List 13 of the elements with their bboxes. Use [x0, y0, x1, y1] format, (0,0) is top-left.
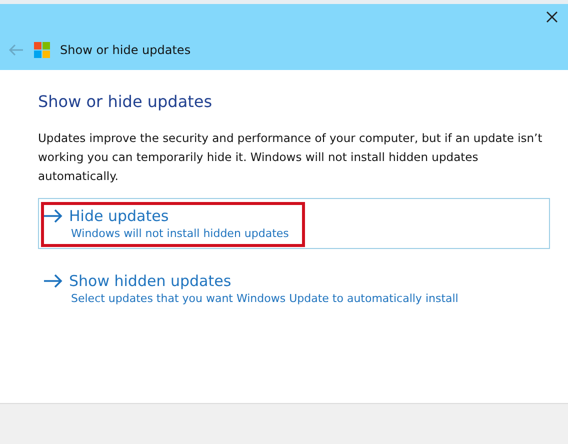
close-icon[interactable]: [544, 9, 560, 25]
option-title: Hide updates: [69, 207, 169, 225]
arrow-icon: [43, 274, 63, 288]
option-subtitle: Select updates that you want Windows Update to automatically install: [71, 292, 460, 305]
option-link[interactable]: Hide updates Windows will not install hidden updates: [38, 198, 550, 249]
windows-logo-icon: [34, 42, 50, 58]
arrow-icon: [43, 209, 63, 223]
description-text: Updates improve the security and performance of your computer, but if an update isn’t working you can temporarily hide it. Windows will not install hidden updates automatically.: [38, 130, 544, 185]
option-title: Show hidden updates: [69, 272, 232, 290]
option-subtitle: Windows will not install hidden updates: [71, 227, 290, 240]
page-heading: Show or hide updates: [38, 92, 214, 111]
window-title: Show or hide updates: [60, 43, 191, 57]
option-link[interactable]: Show hidden updates Select updates that you want Windows Update to automatically install: [38, 263, 550, 314]
